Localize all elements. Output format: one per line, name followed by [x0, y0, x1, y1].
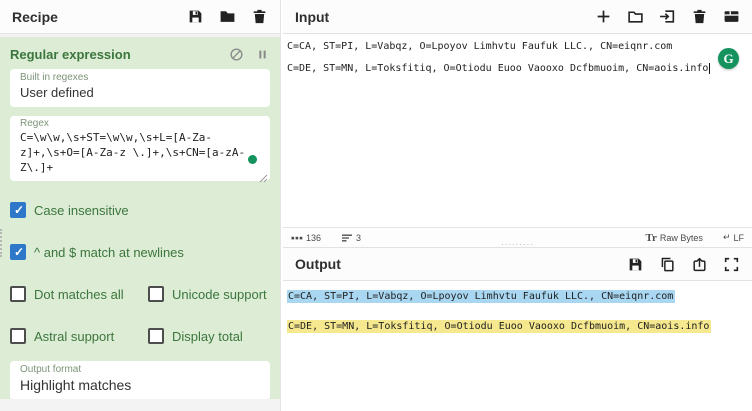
case-insensitive-label: Case insensitive [34, 202, 129, 218]
built-in-regexes-select[interactable]: Built in regexes User defined [10, 69, 270, 107]
output-area[interactable]: C=CA, ST=PI, L=Vabqz, O=Lpoyov Limhvtu F… [283, 281, 752, 410]
newlines-label: ^ and $ match at newlines [34, 244, 184, 260]
output-format-select[interactable]: Output format Highlight matches [10, 361, 270, 399]
output-line: C=CA, ST=PI, L=Vabqz, O=Lpoyov Limhvtu F… [287, 289, 748, 304]
display-total-label: Display total [172, 328, 243, 344]
character-count[interactable]: 136 [291, 232, 321, 244]
disable-operation-icon[interactable] [229, 47, 244, 62]
operation-title: Regular expression [10, 47, 131, 62]
recipe-header: Recipe [0, 0, 280, 34]
regex-value[interactable]: C=\w\w,\s+ST=\w\w,\s+L=[A-Za-z]+,\s+O=[A… [20, 130, 261, 175]
match-highlight: C=DE, ST=MN, L=Toksfitiq, O=Otiodu Euoo … [287, 320, 712, 333]
checkbox-row-unicode-support[interactable]: Unicode support [148, 285, 267, 303]
checkbox-row-newlines[interactable]: ^ and $ match at newlines [10, 243, 270, 261]
line-count[interactable]: 3 [341, 232, 361, 244]
grammarly-dot-icon [248, 155, 257, 164]
cyberchef-app: Recipe Regular expression Built in regex… [0, 0, 752, 411]
breakpoint-pause-icon[interactable] [255, 47, 270, 62]
input-textarea[interactable]: C=CA, ST=PI, L=Vabqz, O=Lpoyov Limhvtu F… [283, 34, 752, 227]
output-line: C=DE, ST=MN, L=Toksfitiq, O=Otiodu Euoo … [287, 319, 748, 334]
recipe-panel: Recipe Regular expression Built in regex… [0, 0, 281, 411]
input-status-bar: 136 3 Tr Raw Bytes ↵ LF [283, 227, 752, 247]
built-in-regexes-value: User defined [20, 85, 94, 100]
astral-support-label: Astral support [34, 328, 115, 344]
line-count-icon [342, 234, 353, 241]
text-encoding-icon: Tr [645, 231, 657, 244]
encoding-selector[interactable]: Tr Raw Bytes [646, 232, 703, 244]
char-count-icon [291, 236, 303, 239]
checkbox-row-case-insensitive[interactable]: Case insensitive [10, 201, 270, 219]
checkbox-row-display-total[interactable]: Display total [148, 327, 243, 345]
replace-input-with-output-icon[interactable] [691, 256, 708, 273]
match-highlight: C=CA, ST=PI, L=Vabqz, O=Lpoyov Limhvtu F… [287, 290, 676, 303]
maximize-pane-icon[interactable] [723, 256, 740, 273]
return-arrow-icon: ↵ [722, 232, 731, 242]
resize-grip-icon[interactable] [259, 170, 268, 183]
unicode-support-checkbox[interactable] [148, 286, 164, 302]
output-format-value: Highlight matches [20, 377, 132, 393]
operation-regular-expression[interactable]: Regular expression Built in regexes User… [0, 37, 280, 399]
built-in-regexes-label: Built in regexes [20, 72, 89, 83]
input-line [287, 52, 748, 63]
output-format-label: Output format [20, 364, 82, 375]
input-title: Input [295, 8, 330, 25]
checkbox-row-dot-matches-all[interactable]: Dot matches all [10, 285, 148, 303]
add-input-tab-icon[interactable] [595, 8, 612, 25]
unicode-support-label: Unicode support [172, 286, 267, 302]
clear-input-trash-icon[interactable] [691, 8, 708, 25]
text-cursor [709, 63, 711, 74]
open-file-folder-icon[interactable] [627, 8, 644, 25]
line-ending-selector[interactable]: ↵ LF [723, 232, 744, 243]
input-header: Input [283, 0, 752, 34]
open-input-import-icon[interactable] [659, 8, 676, 25]
checkbox-row-astral-support[interactable]: Astral support [10, 327, 148, 345]
dot-matches-all-label: Dot matches all [34, 286, 124, 302]
save-recipe-icon[interactable] [187, 8, 204, 25]
io-panel: Input C=CA, ST=PI, L=Vabqz, O=Lpoyov Lim… [283, 0, 752, 411]
newlines-checkbox[interactable] [10, 244, 26, 260]
input-line: C=DE, ST=MN, L=Toksfitiq, O=Otiodu Euoo … [287, 63, 711, 74]
grammarly-icon[interactable]: G [718, 48, 739, 69]
clear-recipe-trash-icon[interactable] [251, 8, 268, 25]
regex-textarea[interactable]: Regex C=\w\w,\s+ST=\w\w,\s+L=[A-Za-z]+,\… [10, 116, 270, 183]
pane-layout-icon[interactable] [723, 8, 740, 25]
input-line: C=CA, ST=PI, L=Vabqz, O=Lpoyov Limhvtu F… [287, 41, 673, 52]
case-insensitive-checkbox[interactable] [10, 202, 26, 218]
output-header: Output [283, 247, 752, 281]
save-output-icon[interactable] [627, 256, 644, 273]
astral-support-checkbox[interactable] [10, 328, 26, 344]
regex-label: Regex [20, 118, 49, 129]
output-title: Output [295, 256, 341, 272]
display-total-checkbox[interactable] [148, 328, 164, 344]
dot-matches-all-checkbox[interactable] [10, 286, 26, 302]
drag-grip[interactable] [0, 229, 3, 257]
copy-output-icon[interactable] [659, 256, 676, 273]
load-recipe-folder-icon[interactable] [219, 8, 236, 25]
recipe-title: Recipe [12, 8, 58, 25]
